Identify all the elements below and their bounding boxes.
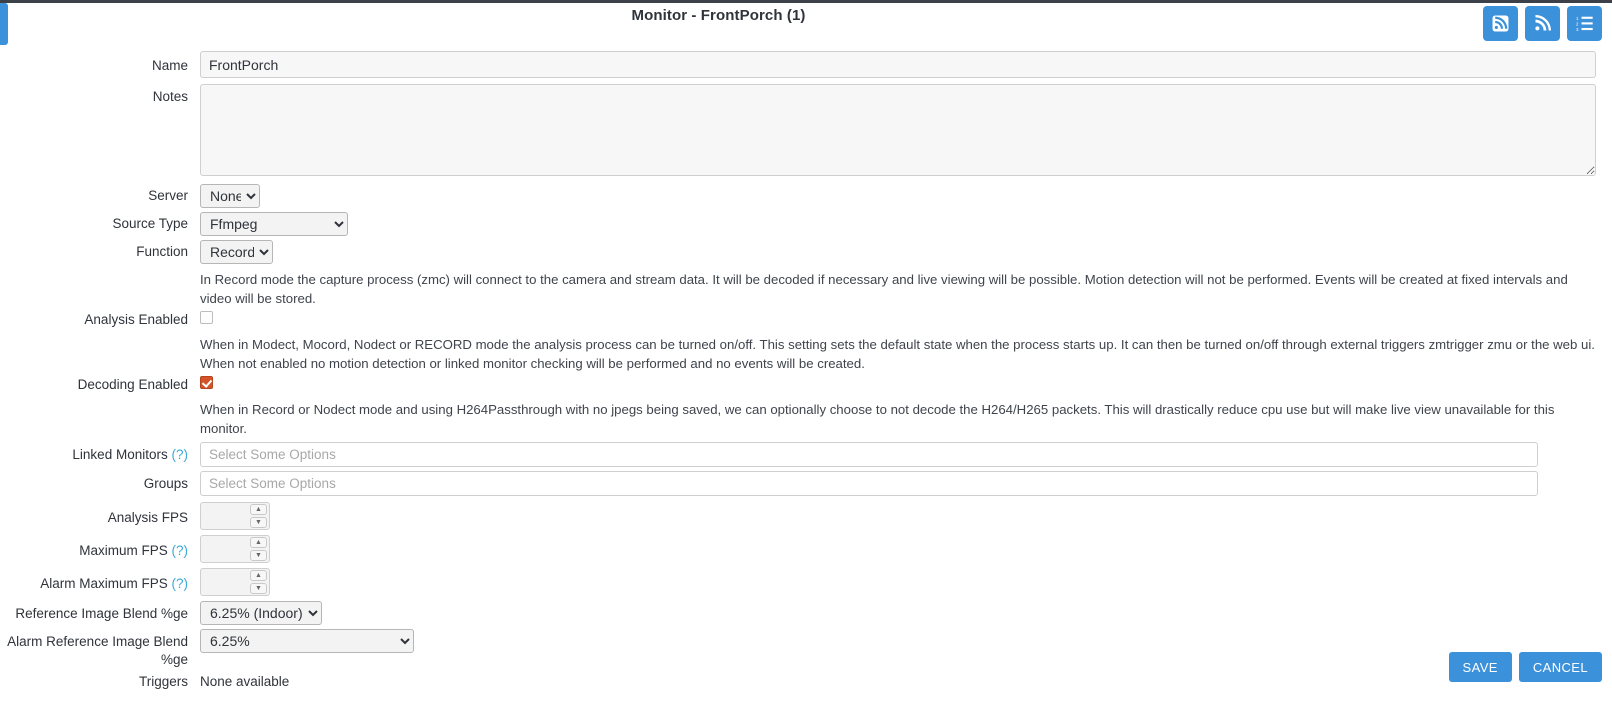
alarm-maximum-fps-help-icon[interactable]: (?) <box>172 576 189 591</box>
analysis-enabled-checkbox[interactable] <box>200 311 213 324</box>
row-analysis-fps: Analysis FPS ▲ ▼ <box>0 502 1612 530</box>
list-ol-icon: 1 2 3 <box>1576 15 1593 32</box>
server-label: Server <box>148 188 188 203</box>
analysis-fps-label: Analysis FPS <box>107 510 188 525</box>
analysis-fps-arrows[interactable]: ▲ ▼ <box>250 504 267 528</box>
header-button-group: 1 2 3 <box>1483 6 1602 41</box>
notes-textarea[interactable] <box>200 84 1596 176</box>
rss-square-icon-button[interactable] <box>1483 6 1518 41</box>
row-function-desc: In Record mode the capture process (zmc)… <box>0 270 1612 308</box>
analysis-description: When in Modect, Mocord, Nodect or RECORD… <box>200 337 1595 371</box>
linked-monitors-label-text: Linked Monitors <box>72 447 168 462</box>
monitor-form: Name Notes Server None Source Type <box>0 47 1612 691</box>
alarm-maximum-fps-stepper[interactable]: ▲ ▼ <box>200 568 270 596</box>
list-ol-icon-button[interactable]: 1 2 3 <box>1567 6 1602 41</box>
linked-monitors-help-icon[interactable]: (?) <box>172 447 189 462</box>
row-alarm-maximum-fps: Alarm Maximum FPS (?) ▲ ▼ <box>0 568 1612 596</box>
row-analysis-desc: When in Modect, Mocord, Nodect or RECORD… <box>0 335 1612 373</box>
decoding-description: When in Record or Nodect mode and using … <box>200 402 1555 436</box>
reference-blend-label: Reference Image Blend %ge <box>15 606 188 621</box>
row-decoding-desc: When in Record or Nodect mode and using … <box>0 400 1612 438</box>
row-alarm-reference-blend: Alarm Reference Image Blend %ge 6.25% <box>0 629 1612 668</box>
analysis-enabled-label: Analysis Enabled <box>84 312 188 327</box>
analysis-fps-down-icon[interactable]: ▼ <box>250 517 267 528</box>
svg-text:3: 3 <box>1576 27 1579 32</box>
groups-label: Groups <box>143 476 188 491</box>
row-decoding-enabled: Decoding Enabled <box>0 376 1612 394</box>
decoding-enabled-label: Decoding Enabled <box>77 377 188 392</box>
groups-placeholder: Select Some Options <box>209 476 336 491</box>
cancel-button[interactable]: CANCEL <box>1518 652 1602 682</box>
rss-icon-button[interactable] <box>1525 6 1560 41</box>
row-notes: Notes <box>0 84 1612 176</box>
row-groups: Groups Select Some Options <box>0 471 1612 496</box>
alarm-maximum-fps-label: Alarm Maximum FPS (?) <box>0 568 200 593</box>
source-type-select[interactable]: Ffmpeg <box>200 212 348 236</box>
name-input[interactable] <box>200 51 1596 78</box>
rss-square-icon <box>1492 15 1509 32</box>
source-type-label: Source Type <box>112 216 188 231</box>
decoding-enabled-checkbox[interactable] <box>200 376 213 389</box>
function-label: Function <box>136 244 188 259</box>
linked-monitors-input[interactable]: Select Some Options <box>200 442 1538 467</box>
row-triggers: Triggers None available <box>0 673 1612 691</box>
row-source-type: Source Type Ffmpeg <box>0 212 1612 236</box>
triggers-value: None available <box>200 674 290 690</box>
maximum-fps-label: Maximum FPS (?) <box>0 535 200 560</box>
monitor-edit-page: Monitor - FrontPorch (1) 1 2 3 Name Fron… <box>0 0 1612 705</box>
row-analysis-enabled: Analysis Enabled <box>0 311 1612 329</box>
analysis-fps-up-icon[interactable]: ▲ <box>250 504 267 515</box>
svg-text:2: 2 <box>1576 22 1579 27</box>
triggers-label: Triggers <box>138 674 188 690</box>
rss-icon <box>1534 15 1551 32</box>
row-reference-blend: Reference Image Blend %ge 6.25% (Indoor) <box>0 601 1612 625</box>
form-action-buttons: SAVE CANCEL <box>1448 652 1602 682</box>
row-linked-monitors: Linked Monitors (?) Select Some Options <box>0 442 1612 467</box>
maximum-fps-help-icon[interactable]: (?) <box>172 543 189 558</box>
linked-monitors-placeholder: Select Some Options <box>209 447 336 462</box>
alarm-maximum-fps-up-icon[interactable]: ▲ <box>250 570 267 581</box>
alarm-maximum-fps-label-text: Alarm Maximum FPS <box>40 576 168 591</box>
function-description: In Record mode the capture process (zmc)… <box>200 272 1568 306</box>
groups-input[interactable]: Select Some Options <box>200 471 1538 496</box>
alarm-maximum-fps-arrows[interactable]: ▲ ▼ <box>250 570 267 594</box>
svg-text:1: 1 <box>1576 16 1579 21</box>
reference-blend-select[interactable]: 6.25% (Indoor) <box>200 601 322 625</box>
maximum-fps-stepper[interactable]: ▲ ▼ <box>200 535 270 563</box>
name-label: Name <box>151 58 188 73</box>
alarm-reference-blend-select[interactable]: 6.25% <box>200 629 414 653</box>
page-title: Monitor - FrontPorch (1) <box>631 7 806 24</box>
maximum-fps-label-text: Maximum FPS <box>79 543 168 558</box>
row-name: Name <box>0 51 1612 78</box>
maximum-fps-down-icon[interactable]: ▼ <box>250 550 267 561</box>
notes-label: Notes <box>152 89 188 104</box>
linked-monitors-label: Linked Monitors (?) <box>0 442 200 464</box>
analysis-fps-stepper[interactable]: ▲ ▼ <box>200 502 270 530</box>
save-button[interactable]: SAVE <box>1448 652 1512 682</box>
maximum-fps-up-icon[interactable]: ▲ <box>250 537 267 548</box>
function-select[interactable]: Record <box>200 240 273 264</box>
page-header: Monitor - FrontPorch (1) 1 2 3 <box>0 3 1612 47</box>
alarm-maximum-fps-down-icon[interactable]: ▼ <box>250 583 267 594</box>
server-select[interactable]: None <box>200 184 260 208</box>
row-function: Function Record <box>0 240 1612 264</box>
row-server: Server None <box>0 184 1612 208</box>
maximum-fps-arrows[interactable]: ▲ ▼ <box>250 537 267 561</box>
row-maximum-fps: Maximum FPS (?) ▲ ▼ <box>0 535 1612 563</box>
alarm-reference-blend-label: Alarm Reference Image Blend %ge <box>7 634 188 667</box>
